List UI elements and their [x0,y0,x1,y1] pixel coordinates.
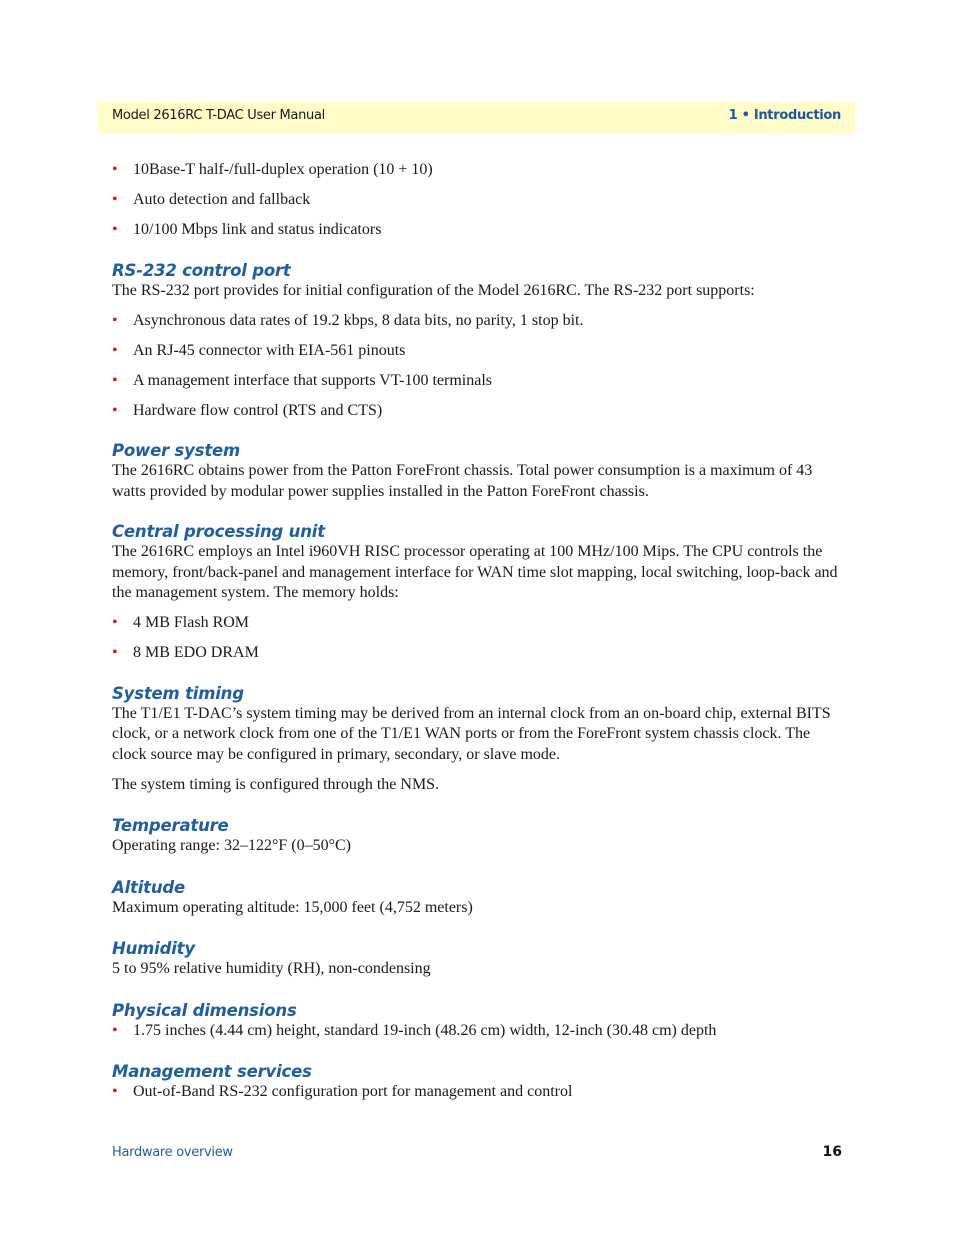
section-altitude: Altitude Maximum operating altitude: 15,… [112,878,842,919]
section-text: The 2616RC employs an Intel i960VH RISC … [112,543,838,601]
rs232-bullet-list: • Asynchronous data rates of 19.2 kbps, 8… [112,311,842,422]
management-bullet-list: • Out-of-Band RS-232 configuration port f… [112,1082,842,1103]
section-timing: System timing The T1/E1 T-DAC’s system t… [112,684,842,796]
bullet-icon: • [112,311,118,329]
list-item: • Hardware flow control (RTS and CTS) [112,401,842,422]
section-temperature: Temperature Operating range: 32–122°F (0… [112,816,842,857]
footer-section-title: Hardware overview [112,1145,233,1160]
list-item: • 10/100 Mbps link and status indicators [112,220,842,241]
bullet-icon: • [112,161,118,178]
bullet-icon: • [112,644,118,661]
bullet-icon: • [112,191,118,208]
section-heading: System timing [112,683,244,703]
section-text: Maximum operating altitude: 15,000 feet … [112,898,473,916]
section-heading: Management services [112,1062,312,1081]
bullet-icon: • [112,221,118,238]
section-text: The 2616RC obtains power from the Patton… [112,462,813,500]
bullet-icon: • [112,1021,118,1039]
section-text: Operating range: 32–122°F (0–50°C) [112,837,351,854]
section-heading: RS-232 control port [112,260,291,280]
section-rs232: RS-232 control port The RS-232 port prov… [112,261,842,422]
manual-title: Model 2616RC T-DAC User Manual [112,108,325,123]
section-heading: Altitude [112,877,186,897]
section-text: 5 to 95% relative humidity (RH), non-con… [112,960,431,977]
section-text: The T1/E1 T-DAC’s system timing may be d… [112,704,831,763]
section-text: The system timing is configured through … [112,775,440,793]
list-item: • 4 MB Flash ROM [112,613,842,634]
list-item: • Auto detection and fallback [112,190,842,211]
page-content: • 10Base-T half-/full-duplex operation (1… [112,160,842,1103]
section-heading: Central processing unit [112,522,325,541]
chapter-title: 1 • Introduction [728,108,842,123]
bullet-icon: • [112,614,118,631]
section-heading: Humidity [112,939,195,958]
intro-bullet-list: • 10Base-T half-/full-duplex operation (1… [112,160,842,241]
section-heading: Power system [112,441,241,460]
section-management: Management services • Out-of-Band RS-232 … [112,1062,842,1103]
section-heading: Temperature [112,816,229,835]
list-item: • Out-of-Band RS-232 configuration port f… [112,1082,842,1103]
list-item: • 1.75 inches (4.44 cm) height, standard … [112,1021,842,1042]
list-item: • An RJ-45 connector with EIA-561 pinouts [112,341,842,362]
section-dimensions: Physical dimensions • 1.75 inches (4.44 c… [112,1001,842,1042]
bullet-icon: • [112,341,118,359]
section-heading: Physical dimensions [112,1000,297,1020]
list-item: • A management interface that supports VT… [112,371,842,392]
cpu-bullet-list: • 4 MB Flash ROM • 8 MB EDO DRAM [112,613,842,664]
section-power: Power system The 2616RC obtains power fr… [112,441,842,502]
running-header: Model 2616RC T-DAC User Manual 1 • Intro… [98,102,855,133]
bullet-icon: • [112,1083,118,1100]
section-cpu: Central processing unit The 2616RC emplo… [112,522,842,664]
dimensions-bullet-list: • 1.75 inches (4.44 cm) height, standard … [112,1021,842,1042]
bullet-icon: • [112,401,118,419]
section-humidity: Humidity 5 to 95% relative humidity (RH)… [112,939,842,980]
bullet-icon: • [112,371,118,389]
list-item: • 10Base-T half-/full-duplex operation (1… [112,160,842,181]
section-text: The RS-232 port provides for initial con… [112,281,755,299]
list-item: • Asynchronous data rates of 19.2 kbps, 8… [112,311,842,332]
list-item: • 8 MB EDO DRAM [112,643,842,664]
page-number: 16 [822,1144,842,1160]
